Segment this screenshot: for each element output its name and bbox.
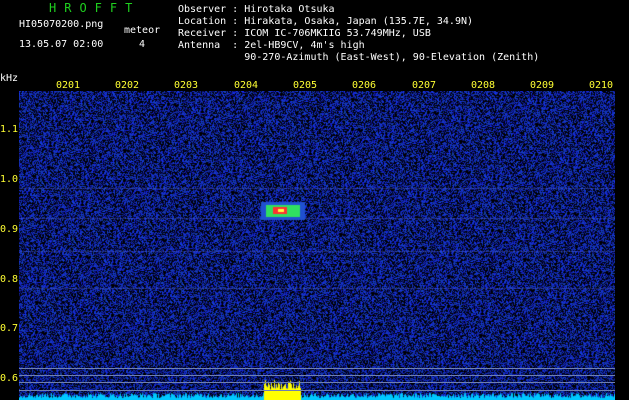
x-tick-label: 0204 <box>234 80 259 91</box>
y-tick-label: 0.9 <box>0 224 19 235</box>
y-axis-unit: kHz <box>0 73 19 84</box>
x-tick-label: 0209 <box>530 80 555 91</box>
x-tick-label: 0201 <box>56 80 81 91</box>
x-tick-label: 0205 <box>293 80 318 91</box>
y-tick-label: 0.8 <box>0 274 19 285</box>
y-tick-label: 0.6 <box>0 373 19 384</box>
filename: HI05070200.png <box>19 19 104 30</box>
y-tick-label: 0.7 <box>0 323 19 334</box>
grid-line <box>19 390 615 391</box>
grid-line <box>19 382 615 383</box>
x-tick-label: 0207 <box>412 80 437 91</box>
antenna-direction-line: 90-270-Azimuth (East-West), 90-Elevation… <box>178 52 540 63</box>
grid-line <box>19 368 615 369</box>
x-tick-label: 0208 <box>471 80 496 91</box>
app-title: HROFFT <box>49 1 141 15</box>
receiver-line: Receiver : ICOM IC-706MKIIG 53.749MHz, U… <box>178 28 431 39</box>
y-tick-label: 1.0 <box>0 174 19 185</box>
observer-line: Observer : Hirotaka Otsuka <box>178 4 335 15</box>
antenna-line: Antenna : 2el-HB9CV, 4m's high <box>178 40 365 51</box>
spectrogram-canvas <box>19 91 615 400</box>
meteor-label: meteor <box>124 25 161 36</box>
datetime: 13.05.07 02:00 <box>19 39 104 50</box>
x-tick-label: 0210 <box>589 80 614 91</box>
grid-line <box>19 375 615 376</box>
x-tick-label: 0202 <box>115 80 140 91</box>
x-tick-label: 0206 <box>352 80 377 91</box>
x-tick-label: 0203 <box>174 80 199 91</box>
y-tick-label: 1.1 <box>0 124 19 135</box>
location-line: Location : Hirakata, Osaka, Japan (135.7… <box>178 16 474 27</box>
meteor-count: 4 <box>139 39 146 50</box>
spectrogram-plot <box>19 91 615 400</box>
